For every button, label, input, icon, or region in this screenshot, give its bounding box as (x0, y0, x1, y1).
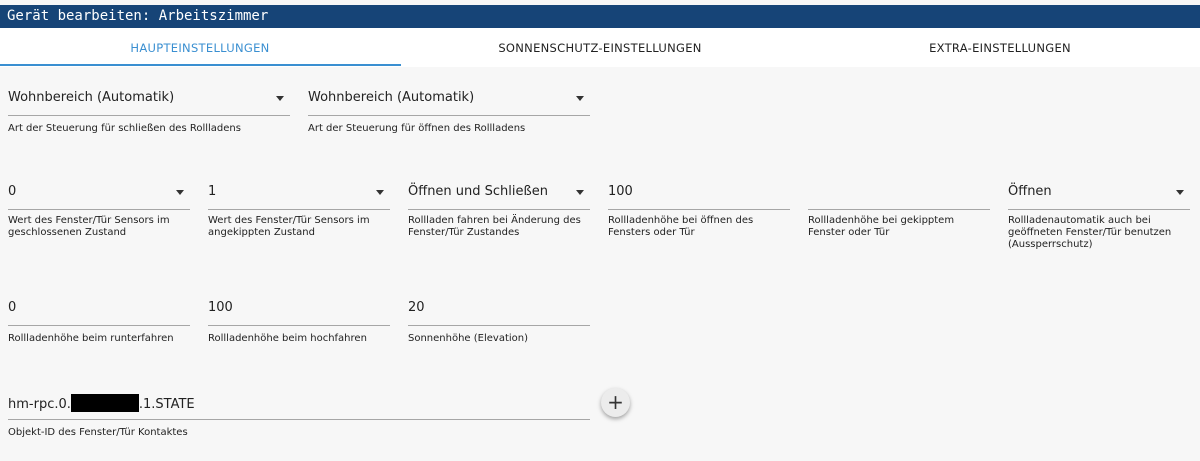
dialog-title: Gerät bearbeiten: Arbeitszimmer (0, 5, 1200, 28)
object-id-input[interactable]: hm-rpc.0. .1.STATE Objekt-ID des Fenster/… (8, 394, 590, 444)
chevron-down-icon (176, 190, 184, 195)
close-control-label: Art der Steuerung für schließen des Roll… (8, 123, 241, 134)
field-underline (408, 325, 590, 326)
chevron-down-icon (376, 190, 384, 195)
tab-bar: HAUPTEINSTELLUNGEN SONNENSCHUTZ-EINSTELL… (0, 28, 1200, 67)
field-underline (8, 419, 590, 420)
sun-elevation-value: 20 (408, 300, 425, 315)
object-id-suffix: .1.STATE (138, 397, 195, 412)
height-open-window-label: Rollladenhöhe bei öffnen des Fensters od… (608, 215, 754, 238)
field-underline (308, 115, 590, 116)
field-underline (208, 209, 390, 210)
lockout-protection-label: Rollladenautomatik auch bei geöffneten F… (1008, 215, 1172, 250)
height-down-label: Rollladenhöhe beim runterfahren (8, 333, 174, 344)
chevron-down-icon (576, 96, 584, 101)
open-control-label: Art der Steuerung für öffnen des Rolllad… (308, 123, 526, 134)
redacted-block (70, 394, 139, 412)
height-down-input[interactable]: 0 Rollladenhöhe beim runterfahren (8, 298, 190, 348)
lockout-protection-select[interactable]: Öffnen Rollladenautomatik auch bei geöff… (1008, 182, 1190, 252)
close-control-value: Wohnbereich (Automatik) (8, 90, 175, 105)
chevron-down-icon (576, 190, 584, 195)
object-id-prefix: hm-rpc.0. (8, 397, 71, 412)
open-control-select[interactable]: Wohnbereich (Automatik) Art der Steuerun… (308, 88, 590, 138)
plus-icon: + (607, 390, 624, 414)
object-id-value: hm-rpc.0. .1.STATE (8, 394, 195, 414)
active-tab-indicator (0, 64, 401, 66)
sensor-closed-value: 0 (8, 184, 17, 199)
height-open-window-value: 100 (608, 184, 633, 199)
height-down-value: 0 (8, 300, 17, 315)
shutter-on-change-value: Öffnen und Schließen (408, 184, 548, 199)
sensor-closed-label: Wert des Fenster/Tür Sensors im geschlos… (8, 215, 170, 238)
chevron-down-icon (1176, 190, 1184, 195)
sun-elevation-input[interactable]: 20 Sonnenhöhe (Elevation) (408, 298, 590, 348)
field-underline (8, 325, 190, 326)
field-underline (408, 209, 590, 210)
height-up-label: Rollladenhöhe beim hochfahren (208, 333, 367, 344)
height-up-value: 100 (208, 300, 233, 315)
height-tilted-window-label: Rollladenhöhe bei gekipptem Fenster oder… (808, 215, 955, 238)
sensor-closed-select[interactable]: 0 Wert des Fenster/Tür Sensors im geschl… (8, 182, 190, 252)
tab-sonnenschutz-einstellungen[interactable]: SONNENSCHUTZ-EINSTELLUNGEN (400, 28, 800, 67)
chevron-down-icon (276, 96, 284, 101)
height-open-window-input[interactable]: 100 Rollladenhöhe bei öffnen des Fenster… (608, 182, 790, 252)
field-underline (208, 325, 390, 326)
open-control-value: Wohnbereich (Automatik) (308, 90, 475, 105)
sensor-tilted-label: Wert des Fenster/Tür Sensors im angekipp… (208, 215, 370, 238)
field-underline (608, 209, 790, 210)
height-up-input[interactable]: 100 Rollladenhöhe beim hochfahren (208, 298, 390, 348)
shutter-on-change-label: Rollladen fahren bei Änderung des Fenste… (408, 215, 581, 238)
field-underline (8, 209, 190, 210)
sun-elevation-label: Sonnenhöhe (Elevation) (408, 333, 529, 344)
sensor-tilted-select[interactable]: 1 Wert des Fenster/Tür Sensors im angeki… (208, 182, 390, 252)
lockout-protection-value: Öffnen (1008, 184, 1052, 199)
field-underline (808, 209, 990, 210)
tab-haupteinstellungen[interactable]: HAUPTEINSTELLUNGEN (0, 28, 400, 67)
height-tilted-window-input[interactable]: Rollladenhöhe bei gekipptem Fenster oder… (808, 182, 990, 252)
object-id-label: Objekt-ID des Fenster/Tür Kontaktes (8, 427, 188, 438)
sensor-tilted-value: 1 (208, 184, 217, 199)
shutter-on-change-select[interactable]: Öffnen und Schließen Rollladen fahren be… (408, 182, 590, 252)
field-underline (1008, 209, 1190, 210)
tab-extra-einstellungen[interactable]: EXTRA-EINSTELLUNGEN (800, 28, 1200, 67)
close-control-select[interactable]: Wohnbereich (Automatik) Art der Steuerun… (8, 88, 290, 138)
field-underline (8, 115, 290, 116)
add-button[interactable]: + (601, 388, 630, 417)
